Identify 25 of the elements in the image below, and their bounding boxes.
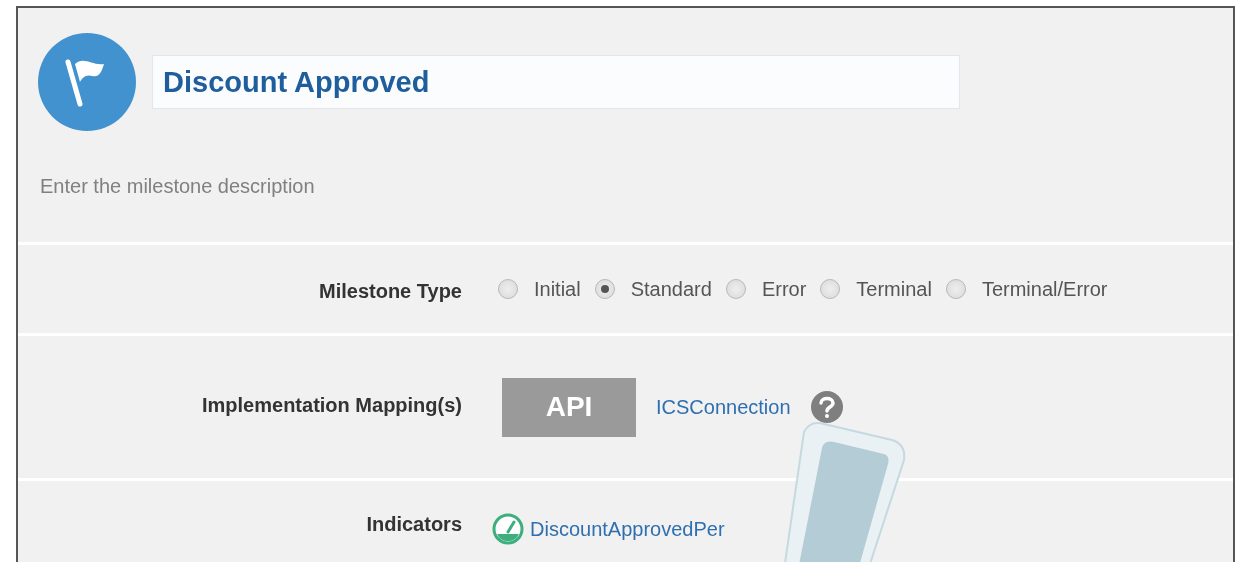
- field-label: Indicators: [365, 513, 462, 536]
- gauge-icon: [492, 513, 524, 545]
- radio-indicator[interactable]: [945, 279, 966, 299]
- radio-label: Standard: [630, 277, 712, 301]
- radio-indicator[interactable]: [820, 279, 841, 299]
- milestone-type-radio[interactable]: Standard: [594, 277, 712, 301]
- milestone-type-radio[interactable]: Terminal: [820, 277, 932, 301]
- field-label: Milestone Type: [318, 279, 462, 303]
- milestone-type-radio[interactable]: Initial: [498, 277, 581, 301]
- field-label: Implementation Mapping(s): [201, 394, 462, 417]
- radio-indicator[interactable]: [594, 279, 615, 299]
- radio-indicator[interactable]: [725, 279, 746, 299]
- indicator-link[interactable]: DiscountApprovedPer: [530, 517, 725, 541]
- radio-label: Initial: [534, 277, 581, 301]
- description-field[interactable]: Enter the milestone description: [40, 175, 740, 198]
- help-icon[interactable]: [810, 391, 843, 423]
- radio-label: Error: [761, 277, 807, 301]
- radio-indicator[interactable]: [498, 279, 518, 299]
- radio-label: Terminal: [856, 277, 932, 301]
- radio-label: Terminal/Error: [981, 277, 1108, 301]
- milestone-type-radio[interactable]: Terminal/Error: [945, 277, 1108, 301]
- api-badge: API: [502, 377, 636, 437]
- milestone-type-radio[interactable]: Error: [725, 277, 807, 301]
- milestone-title-field[interactable]: Discount Approved: [152, 55, 960, 109]
- connection-link[interactable]: ICSConnection: [656, 395, 791, 419]
